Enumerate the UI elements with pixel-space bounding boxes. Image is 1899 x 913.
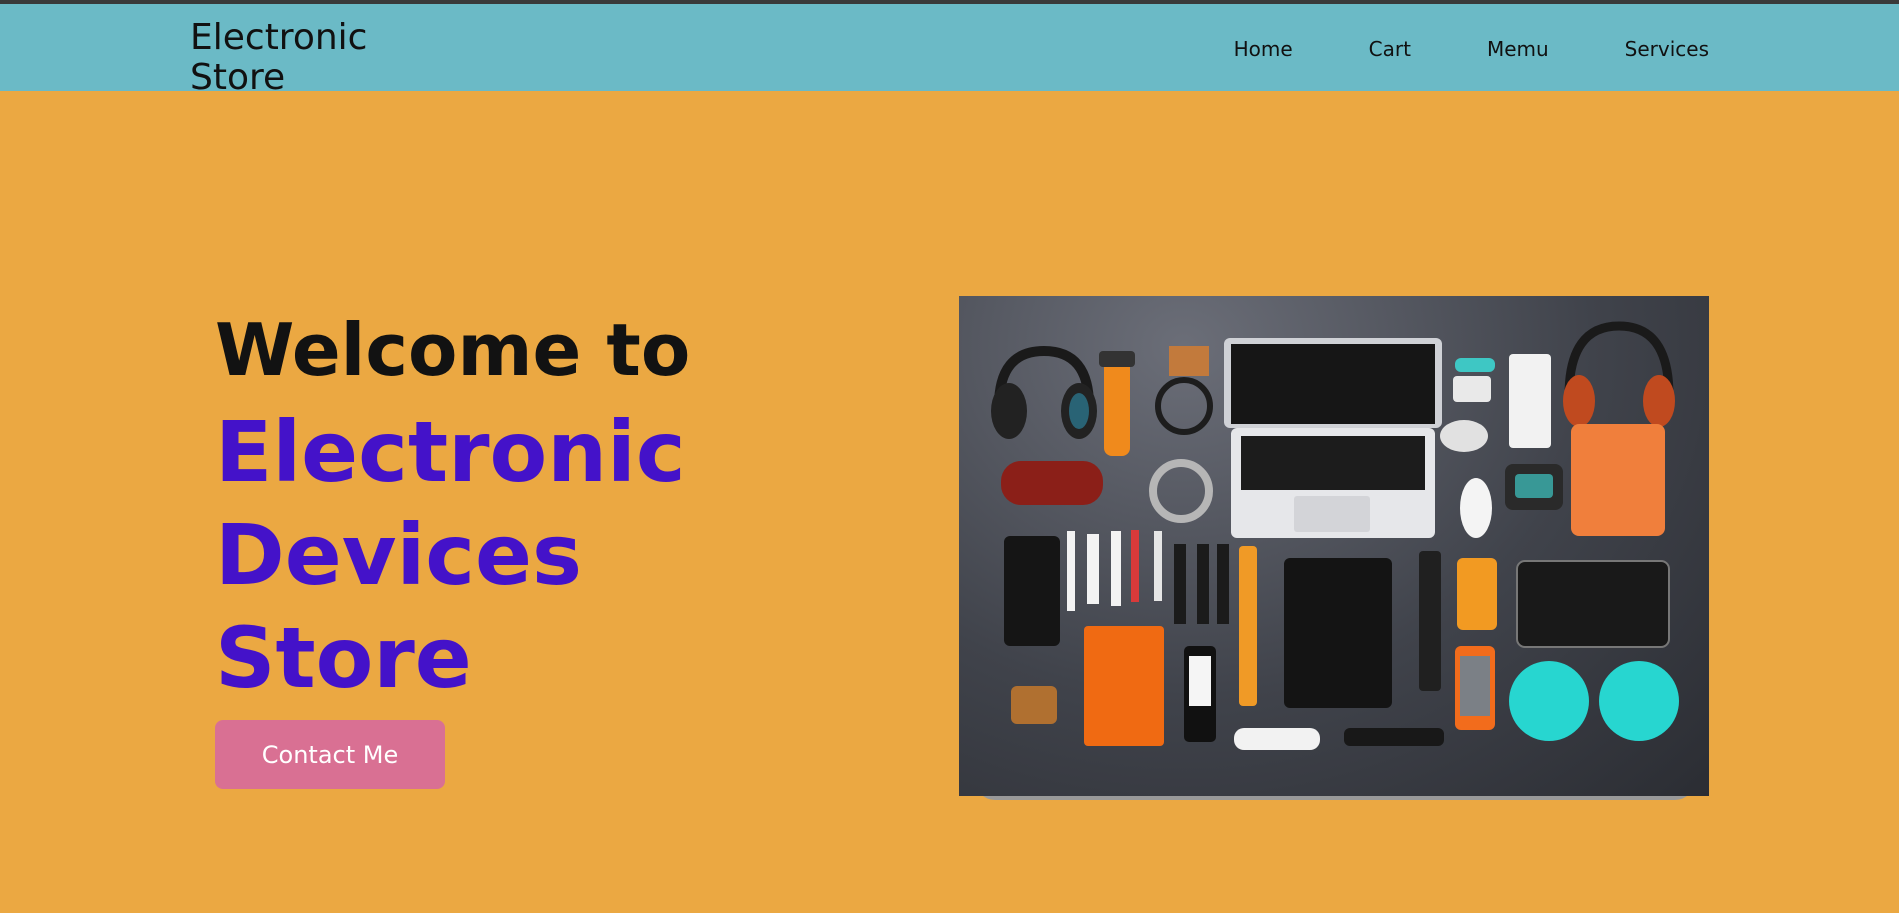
- store-title: Electronic Devices Store: [215, 401, 855, 710]
- headphones-icon: [991, 345, 1097, 439]
- nav-menu[interactable]: Memu: [1487, 37, 1549, 61]
- hero-section: Welcome to Electronic Devices Store Mobi…: [215, 305, 855, 756]
- nav-home[interactable]: Home: [1234, 37, 1293, 61]
- flatlay-illustration: [991, 321, 1679, 750]
- welcome-heading: Welcome to: [215, 308, 691, 392]
- electronics-flatlay-image: [959, 296, 1709, 796]
- brand-logo[interactable]: Electronic Store: [190, 8, 390, 108]
- nav-services[interactable]: Services: [1625, 37, 1709, 61]
- nav-cart[interactable]: Cart: [1369, 37, 1411, 61]
- main-nav: Home Cart Memu Services: [1158, 37, 1709, 61]
- site-header: Electronic Store Home Cart Memu Services: [0, 4, 1899, 98]
- contact-me-button[interactable]: Contact Me: [215, 720, 445, 789]
- store-title-line-1: Electronic: [215, 403, 686, 501]
- store-title-line-2: Devices Store: [215, 506, 583, 707]
